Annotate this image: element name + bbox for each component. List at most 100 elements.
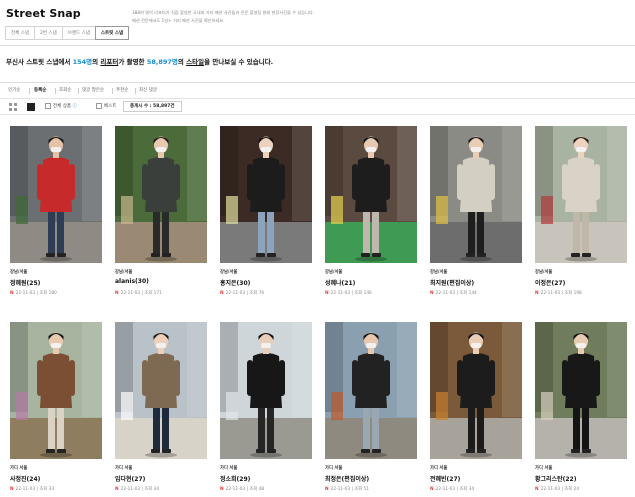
snap-summary: 무신사 스트릿 스냅에서 154명의 리포터가 촬영한 58,897명의 스타일…	[6, 56, 273, 66]
snap-photo[interactable]	[535, 126, 627, 263]
snap-photo[interactable]	[325, 322, 417, 459]
page-title: Street Snap	[6, 7, 81, 20]
summary-mid3: 의	[177, 58, 187, 66]
snap-card[interactable]: 강남/서울성혜나(21) N 22-11-03 | 조회 146	[325, 126, 417, 296]
all-products-checkbox[interactable]	[45, 103, 51, 109]
best-checkbox[interactable]	[96, 103, 102, 109]
new-badge-icon: N	[115, 487, 119, 492]
snap-card[interactable]: 강남/서울정혜원(25) N 22-11-03 | 조회 180	[10, 126, 102, 296]
snap-views: 조회 34	[144, 487, 160, 492]
snap-card[interactable]: 가디 서울 전혜빈(27) N 22-11-03 | 조회 34	[430, 322, 522, 492]
snap-date: 22-11-03	[225, 487, 246, 492]
snap-meta: N 22-11-03 | 조회 171	[115, 290, 162, 296]
snap-photo[interactable]	[535, 322, 627, 459]
snap-card[interactable]: 가디 서울 정소희(29) N 22-11-03 | 조회 48	[220, 322, 312, 492]
snap-category: 강남/서울	[430, 270, 448, 275]
snap-meta: N 22-11-03 | 조회 51	[325, 486, 369, 492]
snap-photo[interactable]	[10, 126, 102, 263]
snap-date: 22-11-03	[540, 487, 561, 492]
grid-view-icon[interactable]	[9, 103, 17, 111]
snap-name[interactable]: 사정진(24)	[10, 474, 40, 483]
snap-meta: N 22-11-03 | 조회 34	[115, 486, 159, 492]
snap-name[interactable]: 전혜빈(27)	[430, 474, 460, 483]
snap-category: 가디 서울	[325, 466, 343, 471]
snap-date: 22-11-03	[225, 291, 246, 296]
total-count: 총게시 수 : 58,897건	[123, 101, 182, 112]
style-link[interactable]: 스타일	[186, 58, 204, 66]
snap-card[interactable]: 가디 서울 임다현(27) N 22-11-03 | 조회 34	[115, 322, 207, 492]
snap-category: 강남/서울	[325, 270, 343, 275]
snap-category: 가디 서울	[10, 466, 28, 471]
tab-2-snap[interactable]: 2번 스냅	[34, 26, 63, 40]
description-line-2: 패션 전문에서도 1일+ 거리 패션 사진을 확인하세요.	[132, 18, 225, 23]
description-line-1: 388여 명의 리포터가 직접 촬영한 국내외 거리 패션 사진들과 전문 촬영…	[132, 10, 315, 15]
new-badge-icon: N	[535, 487, 539, 492]
snap-name[interactable]: 임다현(27)	[115, 474, 145, 483]
sort-separator	[29, 88, 30, 94]
snap-name[interactable]: 정혜원(25)	[10, 278, 40, 287]
snap-name[interactable]: 황그리스탄(22)	[535, 474, 576, 483]
snap-category: 강남/서울	[535, 270, 553, 275]
snap-views: 조회 198	[564, 291, 582, 296]
snap-meta: N 22-11-03 | 조회 180	[10, 290, 57, 296]
snap-card[interactable]: 강남/서울 홍지은(30) N 22-11-03 | 조회 76	[220, 126, 312, 296]
snap-card[interactable]: 가디 서울 황그리스탄(22) N 22-11-03 | 조회 24	[535, 322, 627, 492]
snap-date: 22-11-03	[15, 487, 36, 492]
all-products-text: 전체 상품	[53, 104, 71, 109]
snap-date: 22-11-03	[435, 487, 456, 492]
snap-meta: N 22-11-03 | 조회 48	[220, 486, 264, 492]
sort-separator	[55, 88, 56, 94]
new-badge-icon: N	[535, 291, 539, 296]
snap-photo[interactable]	[430, 126, 522, 263]
snap-date: 22-11-03	[15, 291, 36, 296]
snap-photo[interactable]	[115, 322, 207, 459]
sort-recommend[interactable]: 추천순	[116, 87, 128, 93]
snap-photo[interactable]	[10, 322, 102, 459]
sort-views[interactable]: 조회순	[59, 87, 71, 93]
snap-name[interactable]: 홍지은(30)	[220, 278, 250, 287]
snap-name[interactable]: 이정은(27)	[535, 278, 565, 287]
sort-bar: 인기순 등록순 조회순 댓글 많은순 추천순 최신 댓글	[0, 82, 635, 99]
sort-comments[interactable]: 댓글 많은순	[82, 87, 104, 93]
sort-separator	[112, 88, 113, 94]
snap-photo[interactable]	[115, 126, 207, 263]
snap-meta: N 22-11-03 | 조회 146	[325, 290, 372, 296]
filter-bar: 전체 상품 ⓘ 베스트 총게시 수 : 58,897건	[0, 99, 635, 115]
snap-card[interactable]: 가디 서울 사정진(24) N 22-11-03 | 조회 33	[10, 322, 102, 492]
snap-photo[interactable]	[220, 322, 312, 459]
snap-meta: N 22-11-03 | 조회 144	[430, 290, 477, 296]
new-badge-icon: N	[220, 291, 224, 296]
snap-photo[interactable]	[325, 126, 417, 263]
snap-name[interactable]: 성혜나(21)	[325, 278, 355, 287]
snap-photo[interactable]	[430, 322, 522, 459]
sort-latest-comment[interactable]: 최신 댓글	[139, 87, 157, 93]
snap-name[interactable]: 정소희(29)	[220, 474, 250, 483]
snap-category: 가디 서울	[535, 466, 553, 471]
page-header: Street Snap 388여 명의 리포터가 직접 촬영한 국내외 거리 패…	[0, 0, 635, 46]
tab-street-snap[interactable]: 스트릿 스냅	[94, 26, 130, 40]
snap-name[interactable]: alanis(30)	[115, 278, 149, 285]
snap-card[interactable]: 강남/서울 alanis(30) N 22-11-03 | 조회 171	[115, 126, 207, 296]
snap-card[interactable]: 가디 서울최정은(편집이상) N 22-11-03 | 조회 51	[325, 322, 417, 492]
page-description: 388여 명의 리포터가 직접 촬영한 국내외 거리 패션 사진들과 전문 촬영…	[132, 9, 462, 25]
list-view-icon[interactable]	[27, 103, 35, 111]
snap-views: 조회 171	[144, 291, 162, 296]
reporter-link[interactable]: 리포터	[100, 58, 118, 66]
sort-popular[interactable]: 인기순	[8, 87, 20, 93]
sort-registered[interactable]: 등록순	[34, 87, 46, 93]
tab-all-snap[interactable]: 전체 스냅	[5, 26, 35, 40]
snap-meta: N 22-11-03 | 조회 76	[220, 290, 264, 296]
info-icon: ⓘ	[72, 104, 77, 109]
snap-photo[interactable]	[220, 126, 312, 263]
snap-views: 조회 76	[249, 291, 265, 296]
snap-meta: N 22-11-03 | 조회 198	[535, 290, 582, 296]
snap-card[interactable]: 강남/서울최지원(편집이상) N 22-11-03 | 조회 144	[430, 126, 522, 296]
snap-category: 강남/서울	[10, 270, 28, 275]
new-badge-icon: N	[10, 487, 14, 492]
tab-brand-snap[interactable]: 브랜드 스냅	[61, 26, 96, 40]
snap-name[interactable]: 최정은(편집이상)	[325, 474, 369, 483]
sort-separator	[78, 88, 79, 94]
snap-card[interactable]: 강남/서울이정은(27) N 22-11-03 | 조회 198	[535, 126, 627, 296]
summary-post: 을 만나보실 수 있습니다.	[204, 58, 274, 66]
snap-name[interactable]: 최지원(편집이상)	[430, 278, 474, 287]
